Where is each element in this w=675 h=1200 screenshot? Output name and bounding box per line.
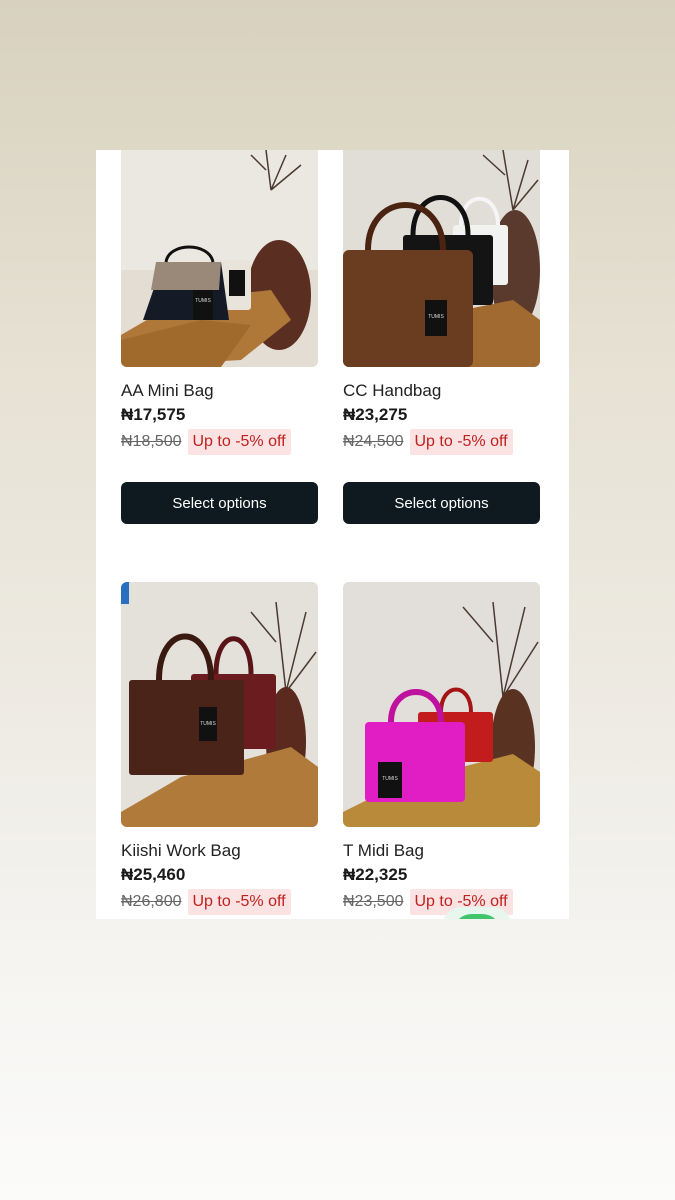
product-image[interactable]: TUMIS [343, 582, 540, 827]
product-card-cc-handbag[interactable]: TUMIS CC Handbag ₦23,275 ₦24,500 Up to -… [343, 150, 540, 524]
discount-badge: Up to -5% off [187, 429, 291, 455]
product-card-t-midi-bag[interactable]: TUMIS T Midi Bag ₦22,325 ₦23,500 Up to -… [343, 582, 540, 915]
product-image[interactable]: TUMIS [121, 582, 318, 827]
svg-text:TUMIS: TUMIS [428, 314, 444, 320]
select-options-button[interactable]: Select options [121, 482, 318, 524]
product-name[interactable]: AA Mini Bag [121, 380, 318, 401]
sale-price: ₦25,460 [121, 865, 186, 884]
product-image[interactable]: TUMIS [121, 150, 318, 367]
sale-price: ₦17,575 [121, 405, 186, 424]
sale-price: ₦23,275 [343, 405, 408, 424]
svg-text:TUMIS: TUMIS [200, 721, 216, 727]
product-image[interactable]: TUMIS [343, 150, 540, 367]
discount-badge: Up to -5% off [187, 889, 291, 915]
original-price: ₦26,800 [121, 893, 182, 910]
product-grid: TUMIS AA Mini Bag ₦17,575 ₦18,500 Up to … [96, 150, 569, 919]
original-price: ₦23,500 [343, 893, 404, 910]
product-card-kiishi-work-bag[interactable]: TUMIS Kiishi Work Bag ₦25,460 ₦26,800 Up… [121, 582, 318, 915]
discount-badge: Up to -5% off [409, 429, 513, 455]
product-name[interactable]: CC Handbag [343, 380, 540, 401]
product-name[interactable]: Kiishi Work Bag [121, 840, 318, 861]
product-card-aa-mini-bag[interactable]: TUMIS AA Mini Bag ₦17,575 ₦18,500 Up to … [121, 150, 318, 524]
svg-text:TUMIS: TUMIS [382, 776, 398, 782]
svg-text:TUMIS: TUMIS [195, 298, 211, 304]
original-price: ₦24,500 [343, 433, 404, 450]
product-name[interactable]: T Midi Bag [343, 840, 540, 861]
sale-price: ₦22,325 [343, 865, 408, 884]
select-options-button[interactable]: Select options [343, 482, 540, 524]
original-price: ₦18,500 [121, 433, 182, 450]
